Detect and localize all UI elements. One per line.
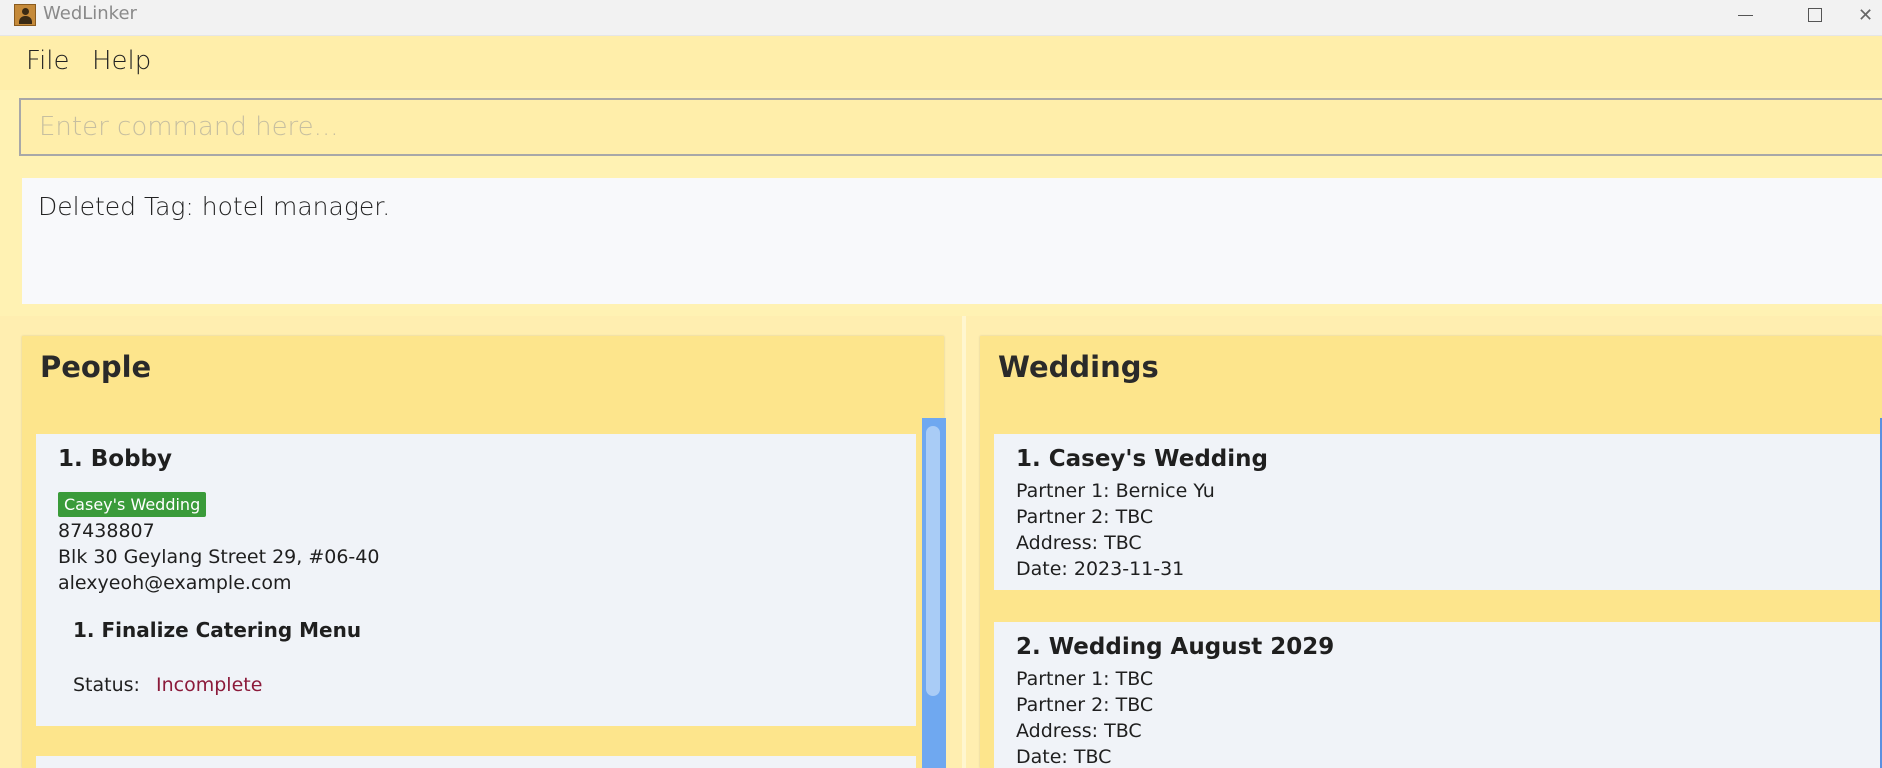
task-title: 1. Finalize Catering Menu [73,618,362,642]
person-card[interactable]: 1. Bobby Casey's Wedding 87438807 Blk 30… [36,434,916,726]
wedding-partner2: Partner 2: TBC [1016,694,1154,716]
task-status-value: Incomplete [156,674,263,696]
minimize-button[interactable] [1722,0,1768,30]
weddings-panel: Weddings 1. Casey's Wedding Partner 1: B… [980,336,1882,768]
person-card[interactable] [36,756,916,768]
result-text: Deleted Tag: hotel manager. [38,192,391,221]
close-button[interactable]: ✕ [1858,0,1882,30]
window-title: WedLinker [43,3,137,24]
people-scrollbar[interactable] [922,418,946,768]
menu-help[interactable]: Help [92,46,151,76]
command-box [19,98,1882,156]
wedding-address: Address: TBC [1016,532,1142,554]
result-display: Deleted Tag: hotel manager. [22,178,1882,304]
wedding-date: Date: TBC [1016,746,1112,768]
wedding-partner2: Partner 2: TBC [1016,506,1154,528]
wedding-card[interactable]: 1. Casey's Wedding Partner 1: Bernice Yu… [994,434,1882,590]
task-status-label: Status: [73,674,140,696]
wedding-partner1: Partner 1: Bernice Yu [1016,480,1215,502]
split-divider[interactable] [962,316,966,768]
weddings-panel-title: Weddings [998,350,1159,384]
wedding-address: Address: TBC [1016,720,1142,742]
wedding-tag: Casey's Wedding [58,492,207,517]
person-email: alexyeoh@example.com [58,572,292,594]
close-icon: ✕ [1858,4,1874,26]
wedding-partner1: Partner 1: TBC [1016,668,1154,690]
app-logo-icon [14,4,36,26]
minimize-icon [1737,14,1753,16]
people-panel: People 1. Bobby Casey's Wedding 87438807… [22,336,944,768]
menu-bar: File Help [0,36,1882,90]
wedding-date: Date: 2023-11-31 [1016,558,1185,580]
people-scrollbar-thumb[interactable] [926,426,940,696]
wedding-title: 1. Casey's Wedding [1016,446,1268,472]
menu-file[interactable]: File [26,46,70,76]
person-phone: 87438807 [58,520,155,542]
title-bar: WedLinker ✕ [0,0,1882,36]
wedding-title: 2. Wedding August 2029 [1016,634,1335,660]
command-input[interactable] [21,100,1882,154]
person-name: 1. Bobby [58,446,173,472]
maximize-button[interactable] [1792,0,1838,30]
person-address: Blk 30 Geylang Street 29, #06-40 [58,546,380,568]
maximize-icon [1808,8,1822,22]
wedding-card[interactable]: 2. Wedding August 2029 Partner 1: TBC Pa… [994,622,1882,768]
people-panel-title: People [40,350,152,384]
